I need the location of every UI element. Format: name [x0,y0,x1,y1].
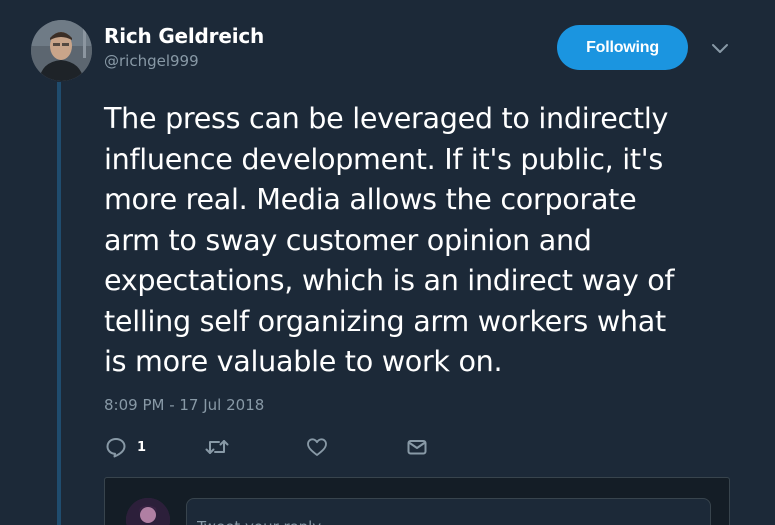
chevron-down-icon[interactable] [708,38,732,58]
following-button[interactable]: Following [557,25,688,70]
direct-message-icon [406,436,428,458]
author-handle[interactable]: @richgel999 [104,52,199,70]
author-avatar-image [31,20,92,81]
like-icon [306,436,328,458]
author-avatar[interactable] [31,20,92,81]
reply-button[interactable]: 1 [105,434,146,460]
author-display-name[interactable]: Rich Geldreich [104,24,264,48]
reply-icon [105,436,127,458]
reply-count: 1 [137,439,147,455]
tweet-text: The press can be leveraged to indirectly… [104,101,675,378]
reply-input[interactable] [186,498,711,525]
retweet-button[interactable] [204,434,230,460]
thread-line [57,82,61,525]
retweet-icon [204,436,230,458]
direct-message-button[interactable] [406,434,428,460]
reply-composer [104,477,730,525]
tweet-detail-page: Rich Geldreich @richgel999 Following The… [0,0,775,525]
like-button[interactable] [306,434,328,460]
current-user-avatar [126,498,170,525]
tweet-timestamp[interactable]: 8:09 PM - 17 Jul 2018 [104,396,264,414]
